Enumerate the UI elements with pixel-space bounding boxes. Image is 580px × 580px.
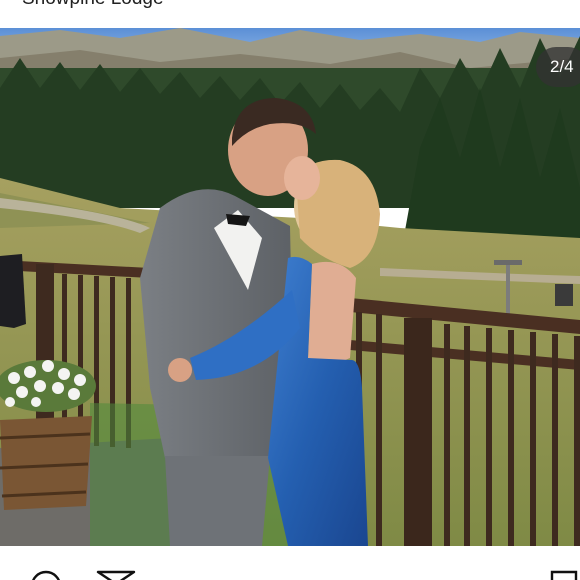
comment-icon[interactable] bbox=[26, 566, 66, 580]
post-action-bar bbox=[0, 546, 580, 580]
share-icon[interactable] bbox=[94, 568, 138, 580]
bookmark-icon[interactable] bbox=[548, 568, 580, 580]
post-header: Snowpine Lodge bbox=[0, 0, 580, 28]
post-location[interactable]: Snowpine Lodge bbox=[22, 0, 164, 10]
image-counter: 2/4 bbox=[536, 47, 580, 87]
post-photo[interactable] bbox=[0, 28, 580, 546]
